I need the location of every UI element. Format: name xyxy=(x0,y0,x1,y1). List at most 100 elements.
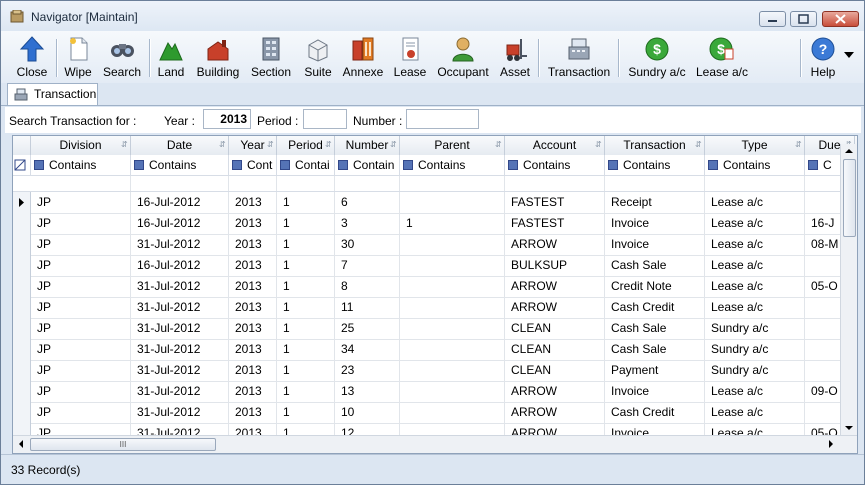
cell-parent[interactable] xyxy=(400,360,505,381)
cell-number[interactable]: 13 xyxy=(335,381,400,402)
cell-period[interactable]: 1 xyxy=(277,297,335,318)
new-row-cell[interactable] xyxy=(400,176,505,191)
scroll-left-icon[interactable] xyxy=(13,436,29,452)
filter-cell-parent[interactable]: Contains xyxy=(400,155,505,175)
cell-period[interactable]: 1 xyxy=(277,234,335,255)
table-row[interactable]: JP 31-Jul-2012 2013 1 11 ARROW Cash Credit Leas… xyxy=(13,297,855,319)
filter-operator-icon[interactable] xyxy=(232,160,242,170)
asset-button[interactable]: Asset xyxy=(498,33,532,81)
cell-period[interactable]: 1 xyxy=(277,318,335,339)
filter-cell-account[interactable]: Contains xyxy=(505,155,605,175)
filter-operator-icon[interactable] xyxy=(280,160,290,170)
table-row[interactable]: JP 16-Jul-2012 2013 1 6 FASTEST Receipt Lease a… xyxy=(13,192,855,214)
filter-pin-icon[interactable]: ⇵ xyxy=(795,141,802,149)
cell-transaction[interactable]: Credit Note xyxy=(605,276,705,297)
filter-cell-transaction[interactable]: Contains xyxy=(605,155,705,175)
cell-type[interactable]: Lease a/c xyxy=(705,213,805,234)
cell-division[interactable]: JP xyxy=(31,381,131,402)
table-row[interactable]: JP 31-Jul-2012 2013 1 10 ARROW Cash Credit Leas… xyxy=(13,402,855,424)
maximize-button[interactable] xyxy=(790,11,817,27)
cell-period[interactable]: 1 xyxy=(277,276,335,297)
cell-date[interactable]: 16-Jul-2012 xyxy=(131,255,229,276)
cell-parent[interactable] xyxy=(400,318,505,339)
cell-transaction[interactable]: Cash Credit xyxy=(605,402,705,423)
column-header-number[interactable]: Number ⇵ xyxy=(335,136,400,155)
cell-division[interactable]: JP xyxy=(31,255,131,276)
filter-operator-icon[interactable] xyxy=(608,160,618,170)
cell-division[interactable]: JP xyxy=(31,192,131,213)
cell-parent[interactable] xyxy=(400,234,505,255)
cell-year[interactable]: 2013 xyxy=(229,318,277,339)
cell-date[interactable]: 31-Jul-2012 xyxy=(131,339,229,360)
toolbar-overflow-icon[interactable] xyxy=(843,51,855,59)
cell-type[interactable]: Sundry a/c xyxy=(705,318,805,339)
cell-number[interactable]: 34 xyxy=(335,339,400,360)
scroll-up-icon[interactable] xyxy=(841,144,857,158)
tab-transaction[interactable]: Transaction xyxy=(7,83,98,105)
land-button[interactable]: Land xyxy=(155,33,187,81)
filter-cell-year[interactable]: Cont xyxy=(229,155,277,175)
cell-period[interactable]: 1 xyxy=(277,255,335,276)
cell-parent[interactable] xyxy=(400,255,505,276)
new-row-cell[interactable] xyxy=(277,176,335,191)
cell-transaction[interactable]: Cash Sale xyxy=(605,318,705,339)
cell-date[interactable]: 31-Jul-2012 xyxy=(131,276,229,297)
cell-parent[interactable] xyxy=(400,297,505,318)
column-header-period[interactable]: Period ⇵ xyxy=(277,136,335,155)
new-row-cell[interactable] xyxy=(229,176,277,191)
cell-year[interactable]: 2013 xyxy=(229,402,277,423)
filter-operator-icon[interactable] xyxy=(708,160,718,170)
cell-number[interactable]: 11 xyxy=(335,297,400,318)
filter-pin-icon[interactable]: ⇵ xyxy=(121,141,128,149)
cell-account[interactable]: ARROW xyxy=(505,234,605,255)
filter-pin-icon[interactable]: ⇵ xyxy=(390,141,397,149)
cell-period[interactable]: 1 xyxy=(277,360,335,381)
cell-transaction[interactable]: Cash Sale xyxy=(605,255,705,276)
filter-cell-number[interactable]: Contain xyxy=(335,155,400,175)
cell-division[interactable]: JP xyxy=(31,213,131,234)
help-button[interactable]: ? Help xyxy=(806,33,840,81)
wipe-button[interactable]: Wipe xyxy=(61,33,95,81)
table-row[interactable]: JP 31-Jul-2012 2013 1 23 CLEAN Payment Sundry a… xyxy=(13,360,855,382)
table-row[interactable]: JP 31-Jul-2012 2013 1 30 ARROW Invoice Lease a/… xyxy=(13,234,855,256)
section-button[interactable]: Section xyxy=(250,33,292,81)
filter-pin-icon[interactable]: ⇵ xyxy=(325,141,332,149)
year-input[interactable] xyxy=(203,109,251,129)
row-selector[interactable] xyxy=(13,234,31,255)
cell-account[interactable]: ARROW xyxy=(505,381,605,402)
filter-pin-icon[interactable]: ⇵ xyxy=(495,141,502,149)
new-row-cell[interactable] xyxy=(335,176,400,191)
cell-number[interactable]: 30 xyxy=(335,234,400,255)
cell-date[interactable]: 31-Jul-2012 xyxy=(131,402,229,423)
cell-type[interactable]: Lease a/c xyxy=(705,192,805,213)
new-row-cell[interactable] xyxy=(505,176,605,191)
cell-account[interactable]: CLEAN xyxy=(505,339,605,360)
cell-number[interactable]: 10 xyxy=(335,402,400,423)
row-selector[interactable] xyxy=(13,318,31,339)
close-window-button[interactable] xyxy=(822,11,859,27)
row-selector[interactable] xyxy=(13,255,31,276)
cell-account[interactable]: BULKSUP xyxy=(505,255,605,276)
filter-pin-icon[interactable]: ⇵ xyxy=(267,141,274,149)
title-bar[interactable]: Navigator [Maintain] xyxy=(1,1,864,31)
annexe-button[interactable]: Annexe xyxy=(341,33,385,81)
transaction-button[interactable]: Transaction xyxy=(545,33,613,81)
horizontal-scrollbar[interactable]: III xyxy=(13,435,857,453)
new-row-cell[interactable] xyxy=(131,176,229,191)
cell-transaction[interactable]: Cash Credit xyxy=(605,297,705,318)
cell-division[interactable]: JP xyxy=(31,318,131,339)
cell-year[interactable]: 2013 xyxy=(229,360,277,381)
cell-parent[interactable] xyxy=(400,402,505,423)
table-row[interactable]: JP 31-Jul-2012 2013 1 13 ARROW Invoice Lease a/… xyxy=(13,381,855,403)
minimize-button[interactable] xyxy=(759,11,786,27)
horizontal-scroll-thumb[interactable]: III xyxy=(30,438,216,451)
cell-transaction[interactable]: Payment xyxy=(605,360,705,381)
row-selector[interactable] xyxy=(13,213,31,234)
cell-year[interactable]: 2013 xyxy=(229,255,277,276)
column-header-date[interactable]: Date ⇵ xyxy=(131,136,229,155)
cell-transaction[interactable]: Receipt xyxy=(605,192,705,213)
cell-date[interactable]: 31-Jul-2012 xyxy=(131,381,229,402)
search-button[interactable]: Search xyxy=(101,33,143,81)
cell-year[interactable]: 2013 xyxy=(229,339,277,360)
row-selector[interactable] xyxy=(13,339,31,360)
